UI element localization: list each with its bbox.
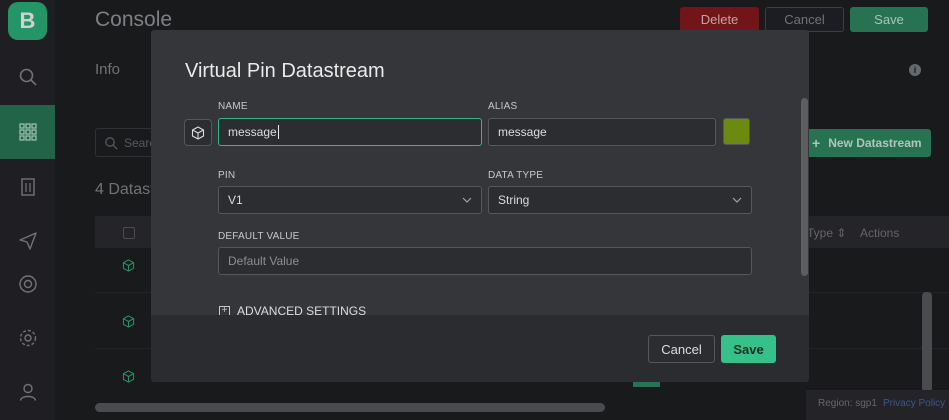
cube-icon — [191, 125, 205, 140]
name-field[interactable]: message — [218, 118, 482, 146]
name-value: message — [228, 125, 277, 139]
modal-save-button[interactable]: Save — [721, 335, 776, 363]
text-caret — [277, 125, 279, 139]
modal-footer: Cancel Save — [151, 315, 809, 382]
default-value-field[interactable]: Default Value — [218, 247, 752, 275]
chevron-down-icon — [732, 197, 742, 203]
data-type-value: String — [498, 193, 530, 207]
icon-picker-button[interactable] — [184, 119, 212, 146]
modal-title: Virtual Pin Datastream — [185, 60, 385, 82]
alias-value: message — [498, 125, 547, 139]
pin-value: V1 — [228, 193, 243, 207]
pin-select[interactable]: V1 — [218, 186, 482, 214]
datastream-modal: Virtual Pin Datastream NAME message ALIA… — [151, 30, 809, 382]
data-type-label: DATA TYPE — [488, 170, 544, 181]
name-label: NAME — [218, 101, 248, 112]
modal-cancel-button[interactable]: Cancel — [648, 335, 715, 363]
default-value-label: DEFAULT VALUE — [218, 231, 300, 242]
alias-field[interactable]: message — [488, 118, 716, 146]
chevron-down-icon — [462, 197, 472, 203]
modal-scrollbar[interactable] — [801, 98, 808, 276]
color-picker-swatch[interactable] — [723, 118, 750, 145]
pin-label: PIN — [218, 170, 236, 181]
data-type-select[interactable]: String — [488, 186, 752, 214]
default-value-placeholder: Default Value — [228, 254, 300, 268]
app-root: B Console Delete Cancel Save Info i Sear… — [0, 0, 949, 420]
alias-label: ALIAS — [488, 101, 518, 112]
